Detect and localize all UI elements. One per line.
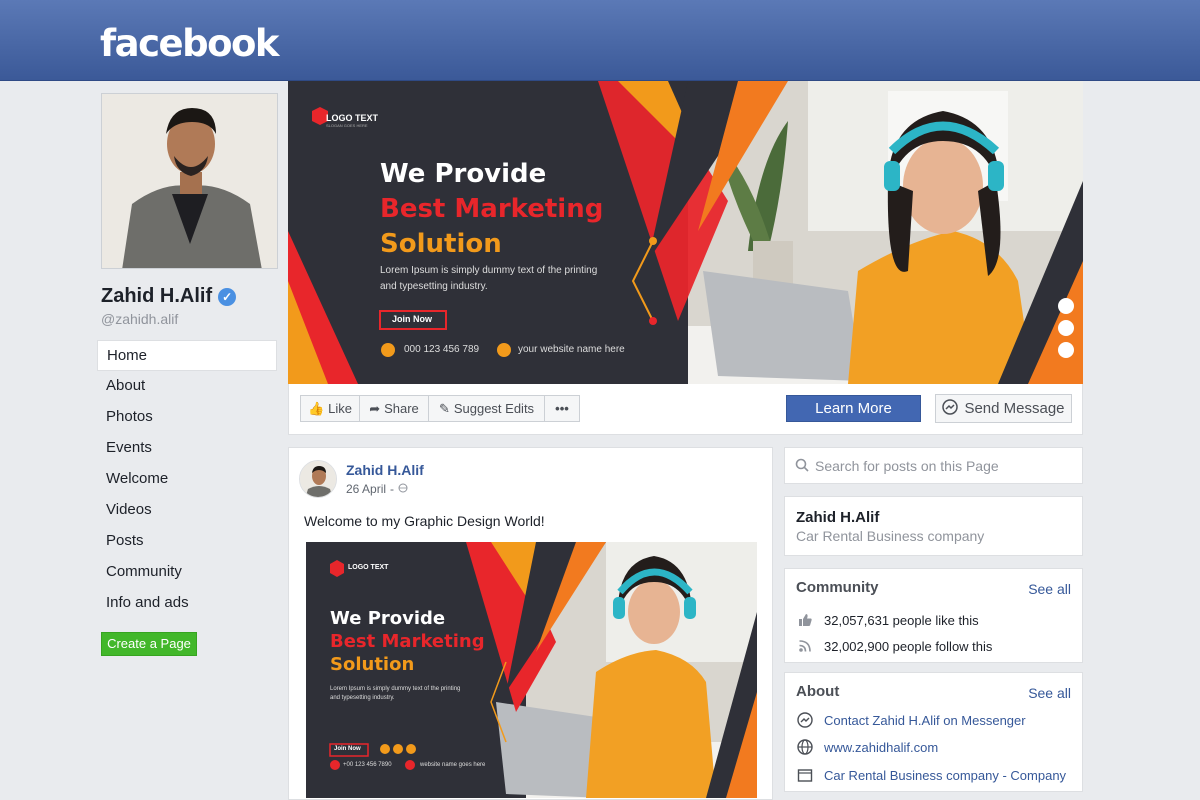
search-icon bbox=[795, 458, 809, 477]
about-category-link[interactable]: Car Rental Business company - Company bbox=[824, 768, 1066, 783]
page-name[interactable]: Zahid H.Alif bbox=[796, 509, 879, 526]
page-search-box bbox=[784, 447, 1083, 484]
post-image-join-now: Join Now bbox=[334, 746, 361, 752]
nav-item-events[interactable]: Events bbox=[97, 433, 277, 464]
post-image-headline-2: Best Marketing bbox=[330, 631, 485, 652]
post-meta: 26 April - bbox=[346, 482, 408, 496]
send-message-button[interactable]: Send Message bbox=[935, 394, 1072, 423]
post-image-logo-text: LOGO TEXT bbox=[348, 564, 389, 571]
suggest-edits-button[interactable]: ✎ Suggest Edits bbox=[428, 395, 545, 422]
profile-handle: @zahidh.alif bbox=[101, 311, 179, 327]
about-title: About bbox=[796, 683, 840, 700]
about-messenger-row[interactable]: Contact Zahid H.Alif on Messenger bbox=[796, 711, 1026, 729]
nav-item-welcome[interactable]: Welcome bbox=[97, 464, 277, 495]
thumbs-up-icon: 👍 bbox=[307, 400, 325, 416]
cover-headline-1: We Provide bbox=[380, 159, 547, 189]
profile-name[interactable]: Zahid H.Alif bbox=[101, 285, 212, 308]
cover-body-2: and typesetting industry. bbox=[380, 281, 488, 292]
cover-logo-text: LOGO TEXT bbox=[326, 113, 379, 123]
learn-more-button[interactable]: Learn More bbox=[786, 395, 921, 422]
about-card: About See all Contact Zahid H.Alif on Me… bbox=[784, 672, 1083, 792]
community-see-all-link[interactable]: See all bbox=[1028, 581, 1071, 597]
community-title: Community bbox=[796, 579, 879, 596]
page-action-bar: 👍 Like ➦ Share ✎ Suggest Edits ••• Learn… bbox=[288, 384, 1083, 435]
community-card: Community See all 32,057,631 people like… bbox=[784, 568, 1083, 663]
nav-item-photos[interactable]: Photos bbox=[97, 402, 277, 433]
share-arrow-icon: ➦ bbox=[369, 400, 381, 416]
follows-count: 32,002,900 people follow this bbox=[824, 638, 993, 654]
about-website-link[interactable]: www.zahidhalif.com bbox=[824, 740, 938, 755]
top-bar: facebook bbox=[0, 0, 1200, 81]
globe-icon bbox=[796, 738, 814, 756]
nav-item-info-and-ads[interactable]: Info and ads bbox=[97, 588, 277, 619]
nav-item-videos[interactable]: Videos bbox=[97, 495, 277, 526]
post-meta-separator: - bbox=[390, 482, 395, 496]
share-button[interactable]: ➦ Share bbox=[359, 395, 429, 422]
thumbs-up-icon bbox=[796, 611, 814, 629]
post-author-name[interactable]: Zahid H.Alif bbox=[346, 462, 424, 478]
like-button[interactable]: 👍 Like bbox=[300, 395, 360, 422]
cover-photo[interactable]: LOGO TEXT SLOGAN GOES HERE We Provide Be… bbox=[288, 81, 1083, 384]
about-category-row[interactable]: Car Rental Business company - Company bbox=[796, 766, 1066, 784]
post-image-website: website name goes here bbox=[420, 762, 486, 768]
globe-icon bbox=[398, 482, 408, 496]
page-category: Car Rental Business company bbox=[796, 528, 985, 544]
post-card: Zahid H.Alif 26 April - Welcome to my Gr… bbox=[288, 447, 773, 800]
cover-join-now: Join Now bbox=[392, 314, 432, 324]
facebook-logo[interactable]: facebook bbox=[100, 22, 280, 65]
about-website-row[interactable]: www.zahidhalif.com bbox=[796, 738, 938, 756]
follows-row: 32,002,900 people follow this bbox=[796, 637, 992, 655]
about-see-all-link[interactable]: See all bbox=[1028, 685, 1071, 701]
post-date[interactable]: 26 April bbox=[346, 482, 386, 496]
likes-row: 32,057,631 people like this bbox=[796, 611, 979, 629]
post-text: Welcome to my Graphic Design World! bbox=[304, 513, 545, 529]
likes-count: 32,057,631 people like this bbox=[824, 612, 979, 628]
nav-item-posts[interactable]: Posts bbox=[97, 526, 277, 557]
messenger-icon bbox=[942, 398, 959, 419]
nav-item-community[interactable]: Community bbox=[97, 557, 277, 588]
post-image-body-2: and typesetting industry. bbox=[330, 695, 395, 701]
nav-item-home[interactable]: Home bbox=[97, 340, 277, 371]
cover-website: your website name here bbox=[518, 344, 625, 355]
about-messenger-link[interactable]: Contact Zahid H.Alif on Messenger bbox=[824, 713, 1026, 728]
post-image-body: Lorem Ipsum is simply dummy text of the … bbox=[330, 686, 461, 692]
nav-item-about[interactable]: About bbox=[97, 371, 277, 402]
profile-picture[interactable] bbox=[101, 93, 278, 269]
cover-headline-2: Best Marketing bbox=[380, 194, 604, 224]
post-image-phone: +00 123 456 7890 bbox=[343, 762, 392, 768]
cover-headline-3: Solution bbox=[380, 229, 502, 259]
more-options-button[interactable]: ••• bbox=[544, 395, 580, 422]
rss-follow-icon bbox=[796, 637, 814, 655]
storefront-icon bbox=[796, 766, 814, 784]
pencil-icon: ✎ bbox=[438, 400, 450, 416]
verified-badge-icon: ✓ bbox=[218, 287, 237, 306]
post-author-avatar[interactable] bbox=[299, 460, 337, 498]
post-image-headline-1: We Provide bbox=[330, 608, 446, 629]
post-image-headline-3: Solution bbox=[330, 654, 415, 675]
page-search-input[interactable] bbox=[815, 454, 1075, 478]
cover-logo-slogan: SLOGAN GOES HERE bbox=[326, 123, 368, 128]
cover-body: Lorem Ipsum is simply dummy text of the … bbox=[380, 265, 598, 276]
page-info-card: Zahid H.Alif Car Rental Business company bbox=[784, 496, 1083, 556]
post-image[interactable]: LOGO TEXT We Provide Best Marketing Solu… bbox=[306, 542, 757, 798]
page-nav: Home About Photos Events Welcome Videos … bbox=[97, 340, 277, 619]
messenger-icon bbox=[796, 711, 814, 729]
create-page-button[interactable]: Create a Page bbox=[101, 632, 197, 656]
cover-phone: 000 123 456 789 bbox=[404, 344, 480, 355]
